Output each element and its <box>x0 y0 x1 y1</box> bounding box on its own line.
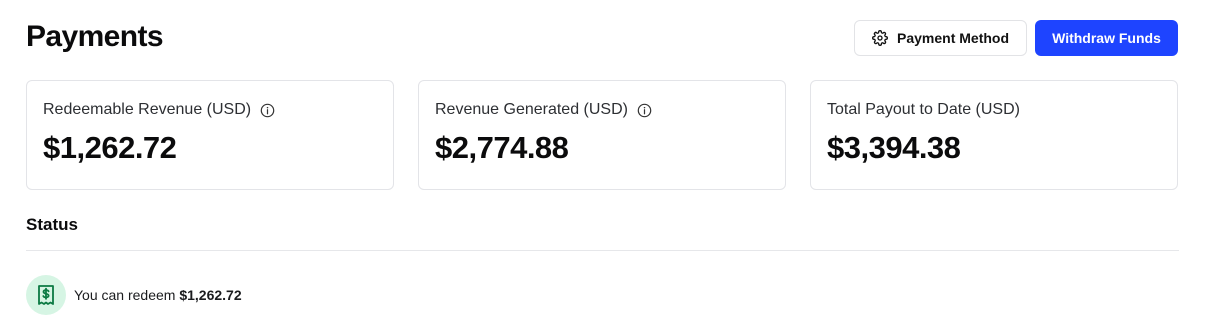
status-message-prefix: You can redeem <box>74 287 176 303</box>
card-value: $2,774.88 <box>435 130 569 165</box>
info-icon[interactable] <box>637 103 652 118</box>
receipt-dollar-icon <box>36 284 56 306</box>
status-row: You can redeem $1,262.72 <box>26 275 242 315</box>
card-redeemable-revenue: Redeemable Revenue (USD) $1,262.72 <box>26 80 394 190</box>
card-total-payout: Total Payout to Date (USD) $3,394.38 <box>810 80 1178 190</box>
card-label-row: Revenue Generated (USD) <box>435 100 769 120</box>
payment-method-label: Payment Method <box>897 30 1010 46</box>
payments-page: Payments Payment Method Withdraw Funds R… <box>0 0 1229 323</box>
withdraw-funds-label: Withdraw Funds <box>1052 30 1161 46</box>
card-revenue-generated: Revenue Generated (USD) $2,774.88 <box>418 80 786 190</box>
divider <box>26 250 1179 251</box>
info-icon[interactable] <box>260 103 275 118</box>
revenue-cards: Redeemable Revenue (USD) $1,262.72 Reven… <box>26 80 1178 190</box>
card-label-row: Total Payout to Date (USD) <box>827 100 1161 120</box>
status-icon-badge <box>26 275 66 315</box>
card-value: $1,262.72 <box>43 130 177 165</box>
card-label: Total Payout to Date (USD) <box>827 101 1020 118</box>
page-title: Payments <box>26 20 164 53</box>
status-heading: Status <box>26 215 78 234</box>
card-label-row: Redeemable Revenue (USD) <box>43 100 377 120</box>
page-header: Payments Payment Method Withdraw Funds <box>26 18 1178 60</box>
card-label: Redeemable Revenue (USD) <box>43 101 252 118</box>
card-label: Revenue Generated (USD) <box>435 101 628 118</box>
header-actions: Payment Method Withdraw Funds <box>854 20 1178 56</box>
card-value: $3,394.38 <box>827 130 961 165</box>
gear-icon <box>872 30 888 46</box>
payment-method-button[interactable]: Payment Method <box>854 20 1027 56</box>
status-message: You can redeem $1,262.72 <box>74 287 242 303</box>
withdraw-funds-button[interactable]: Withdraw Funds <box>1035 20 1178 56</box>
status-amount: $1,262.72 <box>179 287 242 303</box>
